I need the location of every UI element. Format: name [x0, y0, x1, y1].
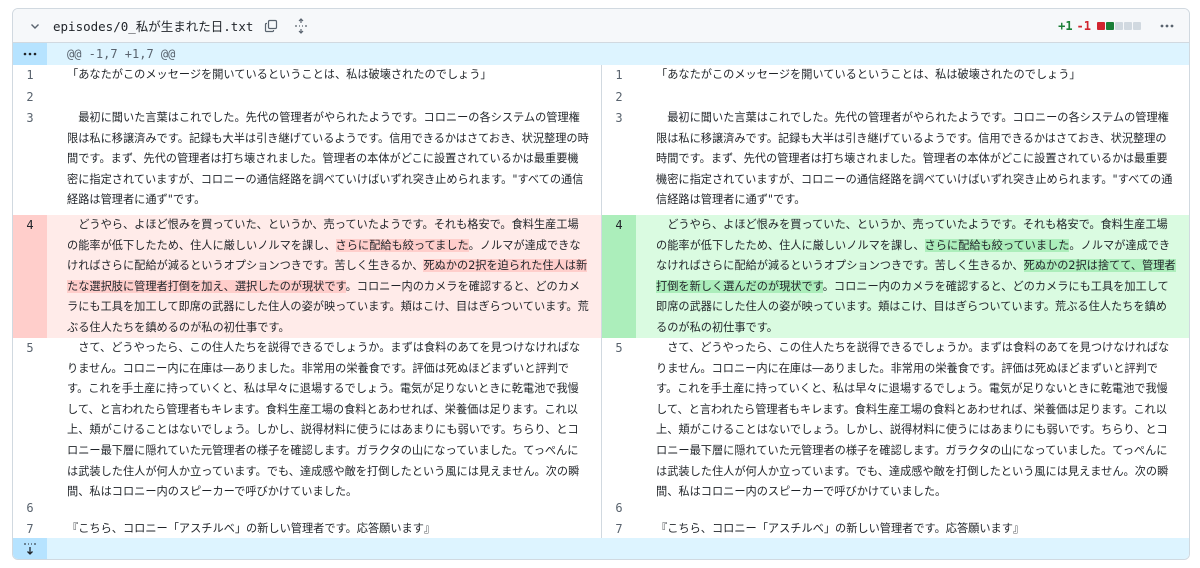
diffstat-block — [1115, 21, 1123, 30]
deletions-count: -1 — [1076, 18, 1091, 33]
hunk-range: @@ -1,7 +1,7 @@ — [67, 47, 176, 61]
diff-line: 6 — [602, 498, 1189, 519]
chevron-down-icon[interactable] — [23, 14, 47, 38]
added-line: 4 どうやら、よほど恨みを買っていた、というか、売っていたようです。それも格安で… — [602, 215, 1189, 338]
line-number[interactable]: 3 — [13, 108, 47, 215]
copy-icon[interactable] — [259, 14, 283, 38]
expand-down-button[interactable] — [13, 538, 47, 559]
added-word-highlight: さらに配給も絞っていました — [924, 238, 1070, 252]
line-text — [47, 87, 601, 108]
deleted-word-highlight: さらに配給も絞ってました — [335, 238, 469, 252]
line-number[interactable]: 5 — [13, 338, 47, 498]
file-path[interactable]: episodes/0_私が生まれた日.txt — [53, 16, 253, 35]
left-pane: 1 「あなたがこのメッセージを開いているということは、私は破壊されたのでしょう」… — [13, 65, 601, 540]
diff-line: 7 『こちら、コロニー「アスチルベ」の新しい管理者です。応答願います』 — [602, 519, 1189, 540]
hunk-header: @@ -1,7 +1,7 @@ — [13, 43, 1189, 65]
diff-line: 7 『こちら、コロニー「アスチルベ」の新しい管理者です。応答願います』 — [13, 519, 601, 540]
diff-line: 3 最初に聞いた言葉はこれでした。先代の管理者がやられたようです。コロニーの各シ… — [13, 108, 601, 215]
expand-hunk-button[interactable] — [13, 43, 47, 65]
diff-line: 1 「あなたがこのメッセージを開いているということは、私は破壊されたのでしょう」 — [13, 65, 601, 87]
line-text: さて、どうやったら、この住人たちを説得できるでしょうか。まずは食料のあてを見つけ… — [67, 341, 581, 499]
split-diff: 1 「あなたがこのメッセージを開いているということは、私は破壊されたのでしょう」… — [13, 65, 1189, 540]
diff-line: 2 — [13, 87, 601, 108]
diff-line: 3 最初に聞いた言葉はこれでした。先代の管理者がやられたようです。コロニーの各シ… — [602, 108, 1189, 215]
diff-line: 6 — [13, 498, 601, 519]
line-number[interactable]: 7 — [602, 519, 636, 540]
diffstat-block — [1133, 21, 1141, 30]
line-number[interactable]: 2 — [13, 87, 47, 108]
ellipsis-icon — [23, 52, 37, 56]
line-text — [47, 498, 601, 519]
diffstat-block — [1124, 21, 1132, 30]
line-text: 「あなたがこのメッセージを開いているということは、私は破壊されたのでしょう」 — [656, 68, 1081, 81]
line-number[interactable]: 3 — [602, 108, 636, 215]
deleted-line: 4 どうやら、よほど恨みを買っていた、というか、売っていたようです。それも格安で… — [13, 215, 601, 338]
line-text: 最初に聞いた言葉はこれでした。先代の管理者がやられたようです。コロニーの各システ… — [67, 111, 589, 207]
line-number[interactable]: 5 — [602, 338, 636, 498]
file-header: episodes/0_私が生まれた日.txt +1 -1 — [13, 9, 1189, 43]
line-number[interactable]: 1 — [602, 65, 636, 87]
line-text — [636, 87, 1189, 108]
line-text — [636, 498, 1189, 519]
right-pane: 1 「あなたがこのメッセージを開いているということは、私は破壊されたのでしょう」… — [601, 65, 1189, 540]
diff-line: 1 「あなたがこのメッセージを開いているということは、私は破壊されたのでしょう」 — [602, 65, 1189, 87]
line-text: さて、どうやったら、この住人たちを説得できるでしょうか。まずは食料のあてを見つけ… — [656, 341, 1170, 499]
line-number[interactable]: 6 — [602, 498, 636, 519]
line-number[interactable]: 4 — [13, 215, 47, 338]
hunk-footer — [13, 538, 1189, 559]
line-text: 「あなたがこのメッセージを開いているということは、私は破壊されたのでしょう」 — [67, 68, 492, 81]
diffstat-bar — [1097, 21, 1141, 30]
line-number[interactable]: 1 — [13, 65, 47, 87]
diffstat-block — [1097, 21, 1105, 30]
line-text: 最初に聞いた言葉はこれでした。先代の管理者がやられたようです。コロニーの各システ… — [656, 111, 1173, 207]
line-text: 『こちら、コロニー「アスチルベ」の新しい管理者です。応答願います』 — [656, 522, 1025, 535]
diff-file: episodes/0_私が生まれた日.txt +1 -1 @@ -1,7 +1,… — [12, 8, 1190, 560]
line-number[interactable]: 2 — [602, 87, 636, 108]
diffstat-block — [1106, 21, 1114, 30]
line-text: どうやら、よほど恨みを買っていた、というか、売っていたようです。それも格安で。食… — [47, 215, 601, 338]
fold-down-icon — [24, 542, 36, 555]
additions-count: +1 — [1058, 18, 1073, 33]
unfold-icon[interactable] — [289, 14, 313, 38]
kebab-horizontal-icon[interactable] — [1153, 14, 1181, 38]
line-number[interactable]: 7 — [13, 519, 47, 540]
diff-line: 5 さて、どうやったら、この住人たちを説得できるでしょうか。まずは食料のあてを見… — [13, 338, 601, 498]
line-text: どうやら、よほど恨みを買っていた、というか、売っていたようです。それも格安で。食… — [636, 215, 1189, 338]
line-number[interactable]: 6 — [13, 498, 47, 519]
diff-line: 5 さて、どうやったら、この住人たちを説得できるでしょうか。まずは食料のあてを見… — [602, 338, 1189, 498]
line-number[interactable]: 4 — [602, 215, 636, 338]
diff-line: 2 — [602, 87, 1189, 108]
line-text: 『こちら、コロニー「アスチルベ」の新しい管理者です。応答願います』 — [67, 522, 436, 535]
